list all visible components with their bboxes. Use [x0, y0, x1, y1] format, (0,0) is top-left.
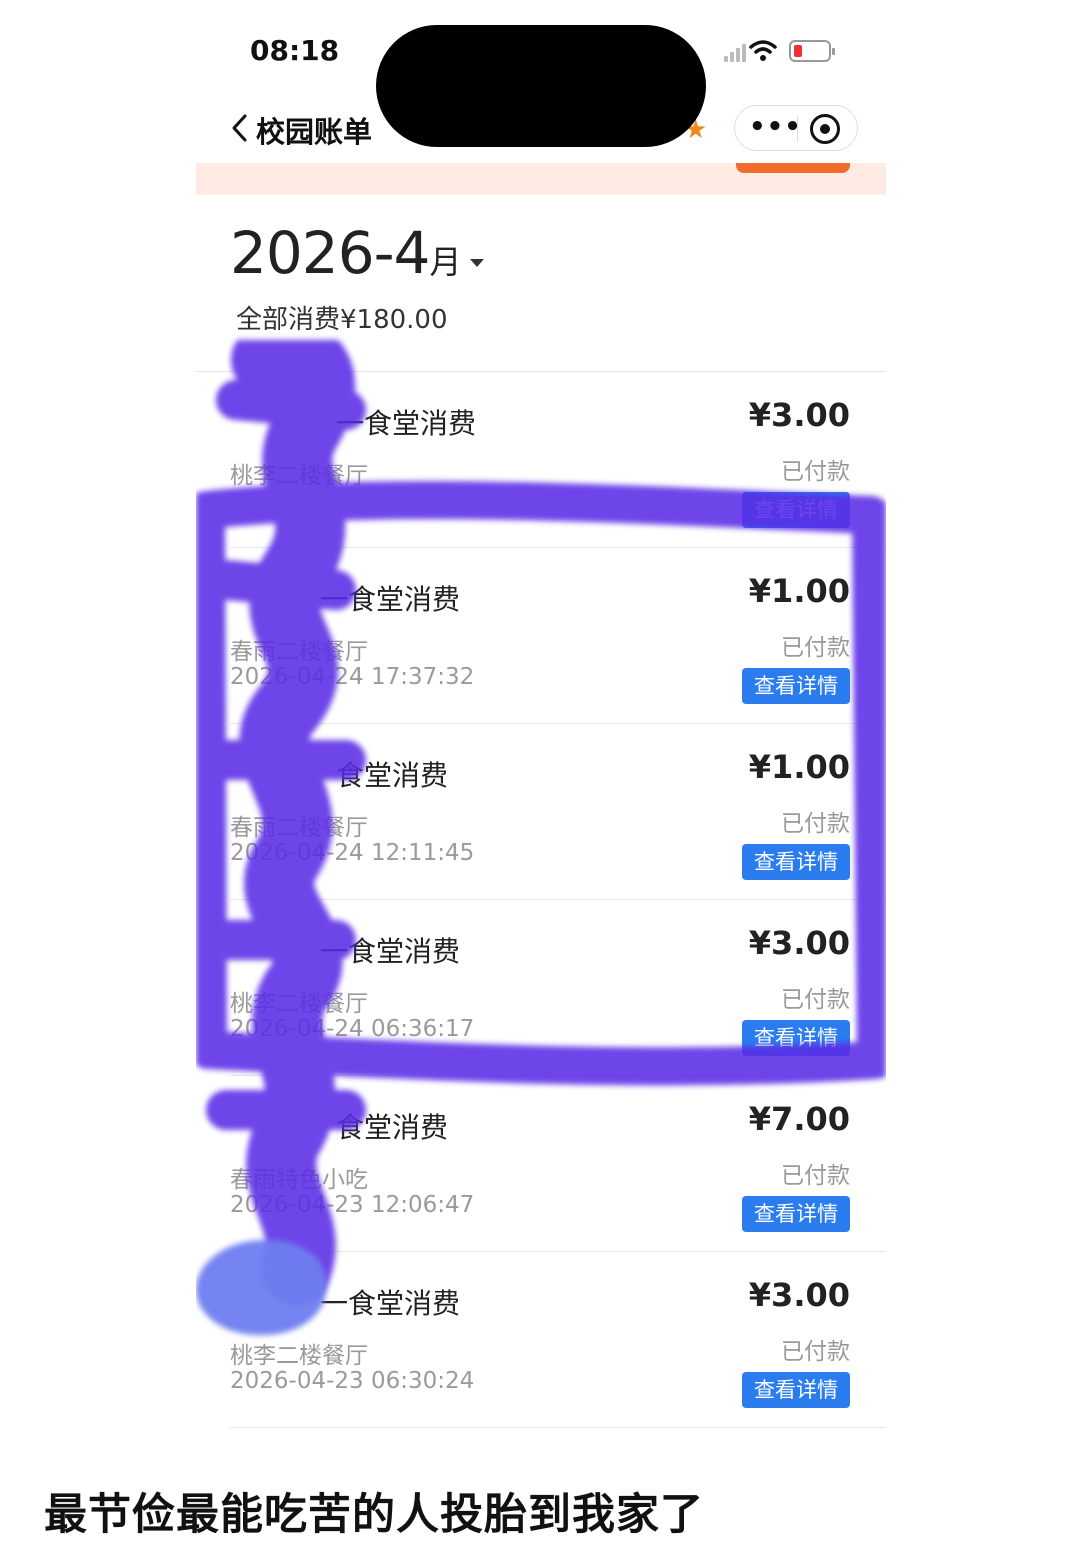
chevron-left-icon[interactable]: [230, 113, 250, 143]
month-unit: 月: [429, 243, 462, 281]
wifi-icon: [749, 40, 777, 61]
dynamic-island: [376, 25, 706, 147]
total-spending: 全部消费¥180.00: [236, 305, 448, 335]
battery-level: [794, 45, 802, 57]
redaction-blob: [196, 1240, 326, 1335]
more-icon[interactable]: •••: [749, 112, 802, 142]
page-title: 校园账单: [256, 115, 373, 149]
month-picker[interactable]: 2026-4月: [230, 219, 461, 287]
mini-program-capsule: •••: [734, 105, 858, 151]
battery-icon: [789, 40, 835, 62]
close-mini-program-icon[interactable]: [810, 114, 840, 144]
capsule-divider: [797, 116, 798, 142]
signal-icon: [724, 42, 746, 62]
month-year: 2026-4: [230, 219, 430, 287]
promo-banner-edge: [196, 163, 886, 195]
post-caption: 最节俭最能吃苦的人投胎到我家了: [44, 1490, 704, 1540]
phone-screen: 08:18 校园账单 ★ ••• 2026-4月 全部消费¥180.00 一食堂…: [196, 0, 886, 1450]
caret-down-icon[interactable]: [470, 259, 484, 267]
banner-button[interactable]: [736, 163, 850, 173]
status-time: 08:18: [250, 34, 340, 67]
